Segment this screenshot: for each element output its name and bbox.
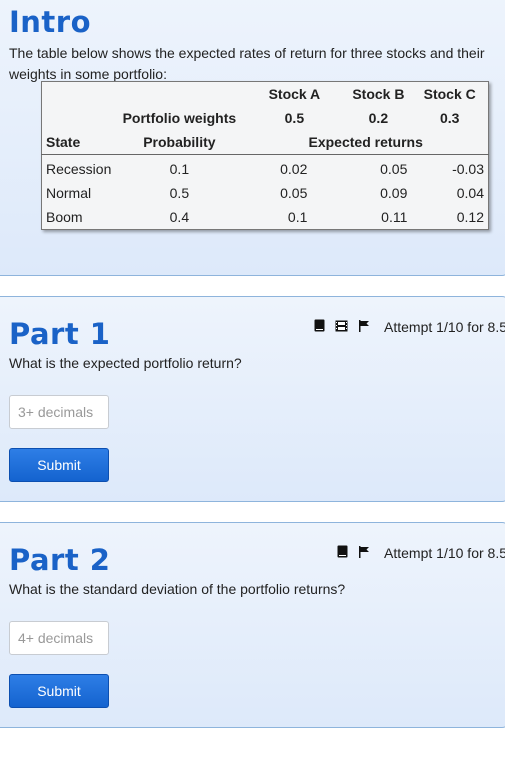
table-row: Boom 0.4 0.1 0.11 0.12 [42,205,489,230]
part1-meta: Attempt 1/10 for 8.5 [314,319,505,335]
probability-cell: 0.5 [169,185,190,201]
return-a-cell: 0.02 [280,161,308,177]
book-icon[interactable] [314,319,325,335]
part2-answer-input[interactable] [9,621,109,655]
returns-table: Stock A Stock B Stock C Portfolio weight… [41,81,489,230]
part2-question: What is the standard deviation of the po… [9,581,346,597]
part2-card: Part 2 Attempt 1/10 for 8.5 What is the … [0,522,505,728]
table-row: Recession 0.1 0.02 0.05 -0.03 [42,155,489,182]
part1-attempt: Attempt 1/10 for 8.5 [384,319,505,335]
intro-title: Intro [9,5,92,39]
part1-title: Part 1 [9,317,111,351]
flag-icon[interactable] [358,319,370,335]
stock-c-header: Stock C [423,86,476,102]
table-row: Normal 0.5 0.05 0.09 0.04 [42,181,489,205]
part1-question: What is the expected portfolio return? [9,355,242,371]
flag-icon[interactable] [358,545,370,561]
part1-submit-button[interactable]: Submit [9,448,109,482]
part2-attempt: Attempt 1/10 for 8.5 [384,545,505,561]
probability-label: Probability [115,130,244,155]
weights-label: Portfolio weights [122,110,237,126]
expected-returns-label: Expected returns [243,130,489,155]
state-cell: Recession [46,161,112,177]
return-b-cell: 0.11 [381,209,408,225]
part2-title: Part 2 [9,543,111,577]
part2-submit-button[interactable]: Submit [9,674,109,708]
return-c-cell: 0.04 [456,185,484,201]
return-a-cell: 0.05 [280,185,308,201]
film-icon[interactable] [335,319,348,335]
state-label: State [41,130,116,155]
weights-row: Portfolio weights 0.5 0.2 0.3 [42,106,489,130]
state-cell: Boom [46,209,83,225]
column-labels-row: State Probability Expected returns [41,130,489,155]
book-icon[interactable] [337,545,348,561]
return-a-cell: 0.1 [287,209,308,225]
probability-cell: 0.4 [169,209,190,225]
return-c-cell: 0.12 [456,209,484,225]
return-b-cell: 0.09 [380,185,408,201]
intro-card: Intro The table below shows the expected… [0,0,505,276]
part1-answer-input[interactable] [9,395,109,429]
probability-cell: 0.1 [169,161,190,177]
table-header-row: Stock A Stock B Stock C [42,82,489,107]
weight-a: 0.5 [284,110,305,126]
return-c-cell: -0.03 [452,161,484,177]
weight-b: 0.2 [368,110,389,126]
part1-card: Part 1 Attempt 1/10 for 8.5 What is the … [0,296,505,502]
weight-c: 0.3 [439,110,460,126]
stock-a-header: Stock A [268,86,321,102]
part2-meta: Attempt 1/10 for 8.5 [337,545,505,561]
intro-description: The table below shows the expected rates… [9,45,485,82]
stock-b-header: Stock B [352,86,405,102]
return-b-cell: 0.05 [380,161,408,177]
state-cell: Normal [46,185,92,201]
